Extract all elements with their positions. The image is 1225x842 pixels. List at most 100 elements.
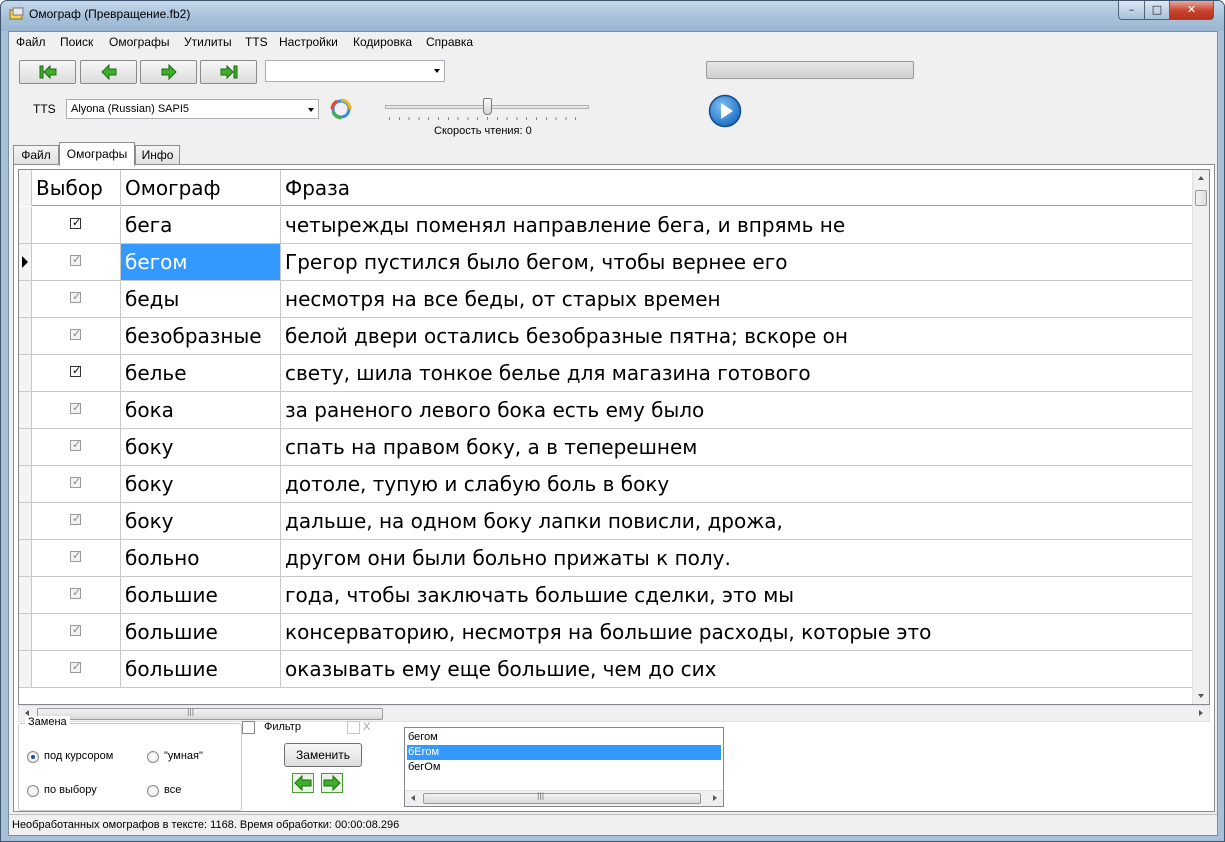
tab-omographs[interactable]: Омографы: [59, 142, 135, 166]
select-cell[interactable]: ✓: [32, 281, 121, 317]
row-checkbox[interactable]: ✓: [70, 438, 81, 451]
menu-encoding[interactable]: Кодировка: [353, 35, 412, 49]
filter-checkbox[interactable]: [242, 721, 255, 734]
close-button[interactable]: ✕: [1169, 1, 1214, 20]
row-header[interactable]: [19, 392, 32, 428]
play-icon[interactable]: [708, 94, 742, 128]
row-header[interactable]: [19, 540, 32, 576]
row-checkbox[interactable]: ✓: [70, 475, 81, 488]
select-cell[interactable]: ✓: [32, 355, 121, 391]
table-row[interactable]: ✓ безобразные белой двери остались безобра…: [19, 318, 1197, 355]
search-combo[interactable]: [265, 60, 445, 82]
phrase-cell[interactable]: несмотря на все беды, от старых времен: [281, 281, 1197, 317]
radio-smart[interactable]: [147, 751, 159, 763]
scroll-right-icon[interactable]: [713, 795, 717, 801]
row-header[interactable]: [19, 207, 32, 243]
menu-help[interactable]: Справка: [426, 35, 473, 49]
omograph-cell[interactable]: белье: [121, 355, 281, 391]
scroll-right-icon[interactable]: [1199, 710, 1203, 716]
x-checkbox[interactable]: [347, 721, 360, 734]
omograph-cell[interactable]: большие: [121, 614, 281, 650]
phrase-cell[interactable]: Грегор пустился было бегом, чтобы вернее…: [281, 244, 1197, 280]
select-cell[interactable]: ✓: [32, 614, 121, 650]
table-row[interactable]: ✓ больно другом они были больно прижаты к …: [19, 540, 1197, 577]
first-button[interactable]: [19, 60, 76, 84]
select-cell[interactable]: ✓: [32, 577, 121, 613]
slider-thumb[interactable]: [483, 98, 492, 115]
row-checkbox[interactable]: ✓: [70, 327, 81, 340]
row-checkbox[interactable]: ✓: [70, 364, 81, 377]
omograph-cell[interactable]: бока: [121, 392, 281, 428]
omograph-cell[interactable]: большие: [121, 577, 281, 613]
tab-info[interactable]: Инфо: [135, 145, 180, 165]
table-row[interactable]: ✓ боку дальше, на одном боку лапки повисли…: [19, 503, 1197, 540]
table-row[interactable]: ✓ бега четырежды поменял направление бега,…: [19, 207, 1197, 244]
row-checkbox[interactable]: ✓: [70, 401, 81, 414]
select-cell[interactable]: ✓: [32, 503, 121, 539]
next-button[interactable]: [140, 60, 197, 84]
select-cell[interactable]: ✓: [32, 318, 121, 354]
menu-settings[interactable]: Настройки: [279, 35, 338, 49]
phrase-cell[interactable]: спать на правом боку, а в теперешнем: [281, 429, 1197, 465]
row-checkbox[interactable]: ✓: [70, 586, 81, 599]
menu-search[interactable]: Поиск: [60, 35, 93, 49]
row-checkbox[interactable]: ✓: [70, 623, 81, 636]
previous-variant-icon[interactable]: [292, 773, 314, 793]
scroll-thumb[interactable]: [1195, 190, 1207, 206]
minimize-button[interactable]: –: [1118, 1, 1145, 20]
select-cell[interactable]: ✓: [32, 392, 121, 428]
row-header[interactable]: [19, 355, 32, 391]
menu-utilities[interactable]: Утилиты: [184, 35, 232, 49]
select-cell[interactable]: ✓: [32, 540, 121, 576]
phrase-cell[interactable]: дотоле, тупую и слабую боль в боку: [281, 466, 1197, 502]
phrase-cell[interactable]: оказывать ему еще большие, чем до сих: [281, 651, 1197, 687]
select-cell[interactable]: ✓: [32, 207, 121, 243]
table-row[interactable]: ✓ белье свету, шила тонкое белье для магаз…: [19, 355, 1197, 392]
table-row[interactable]: ✓ бегом Грегор пустился было бегом, чтобы …: [19, 244, 1197, 281]
menu-tts[interactable]: TTS: [245, 35, 268, 49]
menu-omographs[interactable]: Омографы: [109, 35, 169, 49]
table-row[interactable]: ✓ бока за раненого левого бока есть ему бы…: [19, 392, 1197, 429]
menu-file[interactable]: Файл: [16, 35, 46, 49]
row-checkbox[interactable]: ✓: [70, 216, 81, 229]
select-cell[interactable]: ✓: [32, 651, 121, 687]
radio-all[interactable]: [147, 785, 159, 797]
row-header[interactable]: [19, 577, 32, 613]
phrase-cell[interactable]: дальше, на одном боку лапки повисли, дро…: [281, 503, 1197, 539]
phrase-cell[interactable]: консерваторию, несмотря на большие расхо…: [281, 614, 1197, 650]
column-header-select[interactable]: Выбор: [32, 170, 121, 206]
radio-under-cursor[interactable]: [27, 751, 39, 763]
scroll-thumb[interactable]: [423, 793, 701, 804]
row-checkbox[interactable]: ✓: [70, 290, 81, 303]
scroll-thumb[interactable]: [37, 708, 383, 720]
phrase-cell[interactable]: четырежды поменял направление бега, и вп…: [281, 207, 1197, 243]
maximize-button[interactable]: □: [1144, 1, 1170, 20]
column-header-phrase[interactable]: Фраза: [281, 170, 1199, 206]
row-header[interactable]: [19, 614, 32, 650]
phrase-cell[interactable]: белой двери остались безобразные пятна; …: [281, 318, 1197, 354]
tab-file[interactable]: Файл: [13, 145, 59, 165]
title-bar[interactable]: Омограф (Превращение.fb2) – □ ✕: [1, 1, 1224, 31]
refresh-icon[interactable]: [329, 97, 353, 121]
omograph-cell[interactable]: безобразные: [121, 318, 281, 354]
table-row[interactable]: ✓ большие года, чтобы заключать большие сд…: [19, 577, 1197, 614]
row-header[interactable]: [19, 503, 32, 539]
select-cell[interactable]: ✓: [32, 429, 121, 465]
row-header[interactable]: [19, 244, 32, 280]
scroll-up-icon[interactable]: [1198, 176, 1204, 180]
grid-horizontal-scrollbar[interactable]: |||: [18, 705, 1210, 722]
omograph-cell[interactable]: боку: [121, 429, 281, 465]
row-header[interactable]: [19, 466, 32, 502]
row-checkbox[interactable]: ✓: [70, 549, 81, 562]
omograph-cell[interactable]: боку: [121, 466, 281, 502]
table-row[interactable]: ✓ большие консерваторию, несмотря на больш…: [19, 614, 1197, 651]
list-item[interactable]: бегом: [407, 730, 721, 745]
table-row[interactable]: ✓ боку спать на правом боку, а в теперешне…: [19, 429, 1197, 466]
speed-slider[interactable]: [385, 97, 589, 123]
omograph-cell[interactable]: беды: [121, 281, 281, 317]
last-button[interactable]: [200, 60, 257, 84]
omograph-cell[interactable]: бега: [121, 207, 281, 243]
phrase-cell[interactable]: года, чтобы заключать большие сделки, эт…: [281, 577, 1197, 613]
row-checkbox[interactable]: ✓: [70, 660, 81, 673]
row-checkbox[interactable]: ✓: [70, 512, 81, 525]
